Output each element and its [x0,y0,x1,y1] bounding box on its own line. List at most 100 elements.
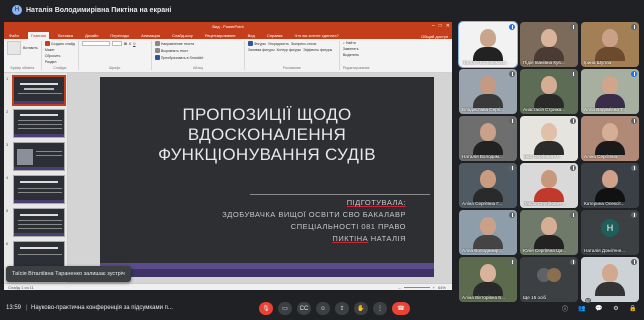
leave-notification: Таїсія Віталіївна Тараненко залишає зуст… [6,266,131,282]
slides-group-label: Слайды [53,66,67,70]
layout-button: Макет [44,48,55,52]
find-button: ⌕ Найти [342,41,356,45]
participant-tile[interactable]: Аліна Сергіївна [581,116,639,161]
participant-tile[interactable]: Владислава Сергі... [459,69,517,114]
participant-tile[interactable]: Ірина Шулла [581,22,639,67]
shared-screen: Вид - PowerPoint – □ ✕ Файл Главная Вста… [4,22,452,290]
participant-tile[interactable]: Підія Іванівна Кув... [520,22,578,67]
participant-body [473,94,503,108]
mic-status-icon [570,212,576,218]
participant-tile[interactable]: Анастасія Стрижа... [520,69,578,114]
quick-styles-button: Экспресс-стили [290,41,317,46]
participant-body [473,141,503,155]
mic-status-icon [509,71,515,77]
participant-name: Наталія Володим... [462,154,503,159]
meeting-title[interactable]: Науково-практична конференція за підсумк… [31,305,173,311]
ppt-ribbon: Вставить Буфер обмена Создать слайд Маке… [4,39,452,73]
ppt-workspace: 1 2 3 4 5 6 ПРОПОЗИЦІЇ ЩОДО ВДОСКОНАЛЕНН… [4,73,452,283]
presenter-banner: Н Наталія Володимирівна Пиктіна на екран… [12,4,171,16]
slide-counter: Слайд 1 из 11 [8,284,34,290]
shape-fill-button: Заливка фигуры [247,48,275,52]
font-size-box [111,41,122,46]
tab-transitions: Переходы [110,33,130,38]
share-button: Общий доступ [421,34,448,39]
participant-grid: Наталія Володимирі... Підія Іванівна Кув.… [458,21,641,302]
present-button[interactable]: ⇪ [335,302,349,315]
participant-name: Павло Сергійович ... [523,201,567,206]
camera-icon: ▭ [282,306,288,312]
slide-stripe [100,269,434,277]
mic-status-icon [631,118,637,124]
slide-divider [250,194,430,195]
align-text-icon [154,48,160,53]
participant-tile[interactable]: Наталія Володимирі... [458,21,518,68]
maximize-icon: □ [438,23,442,29]
mic-status-icon [570,118,576,124]
participant-tile[interactable]: Катерина Олексії... [581,163,639,208]
new-slide-icon [44,41,50,46]
mic-off-icon: 🎙 [262,306,270,312]
thumb-image [12,75,66,106]
smartart-icon [154,55,160,60]
presenter-avatar: Н [12,5,22,15]
mic-status-icon [631,165,637,171]
participant-tile[interactable]: Аліна Сергіївна Г... [459,163,517,208]
participant-tile[interactable]: Павло Сергійович ... [520,163,578,208]
captions-button[interactable]: CC [297,302,311,315]
activities-button[interactable]: ⚙ [611,303,621,313]
participant-body [473,282,503,296]
participant-body [473,47,503,61]
raise-hand-button[interactable]: ✋ [354,302,368,315]
more-options-button[interactable]: ⋮ [373,302,387,315]
paste-label: Вставить [23,46,38,50]
participant-tile[interactable]: Інна Сергіївна М... [520,116,578,161]
tell-me-box: Что вы хотите сделать? [294,33,339,38]
participant-face [602,170,618,189]
participant-body [595,282,625,296]
leave-call-button[interactable]: ☎ [392,302,410,315]
tab-insert: Вставка [58,33,73,38]
participant-tile[interactable]: Н Наталія Доміґене... [581,210,639,255]
participant-face [541,217,557,236]
editing-group-label: Редактирование [342,66,370,70]
people-count-badge: 37 [584,298,591,303]
mic-status-icon [509,212,515,218]
mic-status-icon [631,212,637,218]
separator: | [26,305,28,311]
slide-stage: ПРОПОЗИЦІЇ ЩОДО ВДОСКОНАЛЕННЯ ФУНКЦІОНУВ… [68,73,452,283]
mic-off-button[interactable]: 🎙 [259,302,273,315]
participant-body [534,47,564,61]
lock-button[interactable]: 🔒 [628,303,638,313]
mic-status-icon [509,259,515,265]
chat-button[interactable]: 💬 [594,303,604,313]
participant-tile[interactable]: Юлія Сергіївна Ци... [520,210,578,255]
participant-face [480,170,496,189]
participant-tile[interactable]: Аліна Вікторівна Б... [459,257,517,302]
participant-body [473,188,503,202]
more-participants-tile[interactable]: Ще 15 осіб [520,257,578,302]
participant-tile[interactable]: Алла Володимир... [459,210,517,255]
reactions-button[interactable]: ☺ [316,302,330,315]
presenter-banner-text: Наталія Володимирівна Пиктіна на екрані [26,6,172,14]
mic-status-icon [631,259,637,265]
participant-name: Аліна Сергіївна [584,154,618,159]
info-button[interactable]: ⓘ [560,303,570,313]
more-participants-avatar [546,268,561,282]
smartart-button: Преобразовать в SmartArt [154,55,241,60]
participant-tile[interactable] [581,257,639,302]
info-icon: ⓘ [561,306,568,313]
mic-status-icon [509,165,515,171]
people-button[interactable]: 👥 37 [577,298,591,313]
participant-face [602,76,618,95]
people-icon: 👥 [578,305,586,312]
participant-face [480,76,496,95]
camera-button[interactable]: ▭ [278,302,292,315]
participant-name: Алла Вадимівна Т... [584,107,627,112]
ppt-ribbon-tabs: Файл Главная Вставка Дизайн Переходы Ани… [4,30,452,39]
participant-tile[interactable]: Алла Вадимівна Т... [581,69,639,114]
font-group: Ж К Ч Шрифт [81,41,152,70]
shapes-icon [247,41,253,46]
participant-tile[interactable]: Наталія Володим... [459,116,517,161]
window-controls: – □ ✕ [432,23,450,29]
zoom-level: 64% [437,284,446,290]
